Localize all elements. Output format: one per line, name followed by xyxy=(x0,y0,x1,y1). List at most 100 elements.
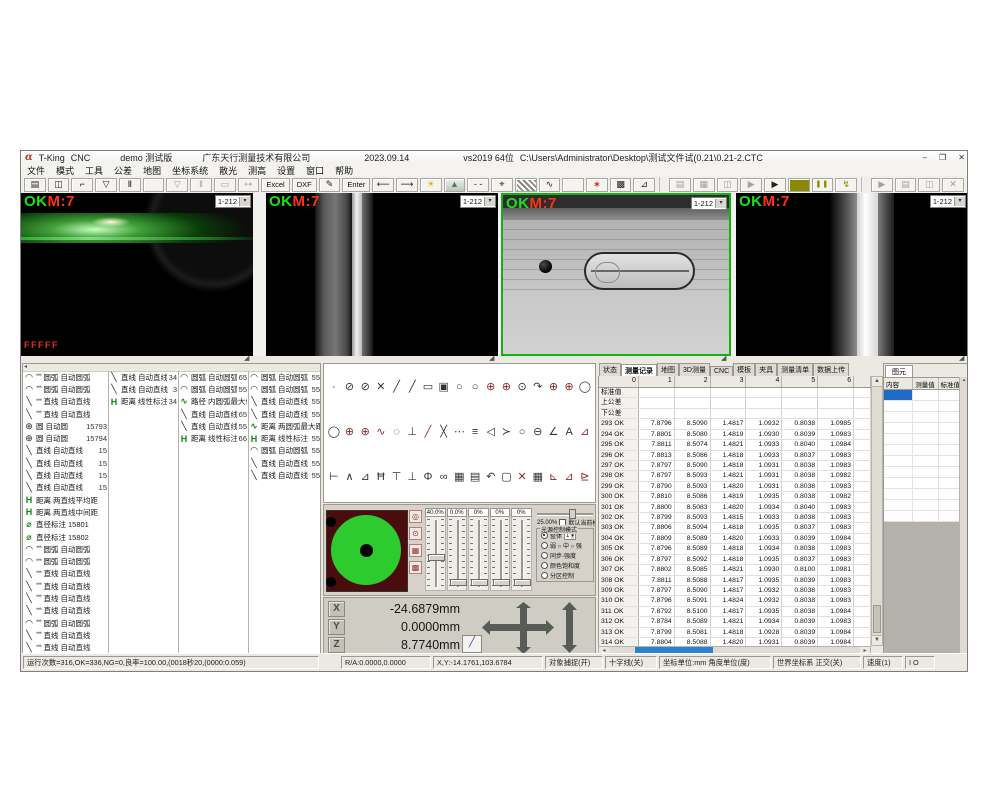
light-channel-slider[interactable]: 0.0% xyxy=(447,508,468,594)
slider-thumb[interactable] xyxy=(428,554,445,561)
curve-button[interactable]: ∿ xyxy=(539,178,561,192)
table-row[interactable]: 308 OK7.88118.50881.48171.09350.80391.09… xyxy=(599,576,871,586)
list-item[interactable]: ╲直线自动直线3 xyxy=(108,383,178,395)
light-channel-slider[interactable]: 0% xyxy=(468,508,489,594)
dxf-export-button[interactable]: DXF xyxy=(292,178,317,192)
element-row[interactable] xyxy=(884,511,960,522)
list-item[interactable]: ╲直线自动直线55 xyxy=(248,457,321,469)
table-row[interactable]: 306 OK7.87978.50921.48181.09350.80371.09… xyxy=(599,555,871,565)
camera2-lens-select[interactable]: 1-212▾ xyxy=(460,195,496,208)
list-item[interactable]: ╲直线自动直线15 xyxy=(23,482,108,494)
camera-pane-4[interactable]: OKM:7 1-212▾ xyxy=(736,193,968,356)
slider-track[interactable] xyxy=(511,517,532,591)
tab-CNC[interactable]: CNC xyxy=(710,366,733,376)
menu-item-散光[interactable]: 散光 xyxy=(219,164,237,177)
vscroll-thumb[interactable] xyxy=(873,605,881,633)
measure-tool-icon[interactable]: ⊵ xyxy=(577,470,593,483)
enter-button[interactable]: Enter xyxy=(342,178,370,192)
list-item[interactable]: ◠***圆弧自动圆弧 xyxy=(23,543,108,555)
light-channel-slider[interactable]: 40.0% xyxy=(425,508,446,594)
element-row[interactable] xyxy=(884,467,960,478)
slider-track[interactable] xyxy=(425,517,446,591)
measure-tool-icon[interactable]: ↷ xyxy=(530,380,546,393)
table-row[interactable]: 295 OK7.88118.50741.48211.09330.80401.09… xyxy=(599,440,871,450)
list-item[interactable]: ◠圆弧自动圆弧55 xyxy=(248,371,321,383)
matrix-button[interactable]: ▩ xyxy=(610,178,632,192)
table-row[interactable]: 305 OK7.87968.50891.48181.09340.80381.09… xyxy=(599,544,871,554)
measure-tool-icon[interactable]: ◌ xyxy=(389,426,405,438)
measure-tool-icon[interactable]: ⊿ xyxy=(357,470,373,483)
hatch-button[interactable] xyxy=(515,178,537,192)
measure-tool-icon[interactable]: ⊥ xyxy=(404,425,420,438)
list-item[interactable]: ╲直线自动直线34 xyxy=(108,371,178,383)
list-item[interactable]: ╲***直线自动直线 xyxy=(23,629,108,641)
measure-tool-icon[interactable]: ∿ xyxy=(373,425,389,438)
measure-tool-icon[interactable]: ▤ xyxy=(467,470,483,483)
light-ring-button[interactable]: ◎ xyxy=(409,510,422,523)
measure-tool-icon[interactable]: ≻ xyxy=(499,425,515,438)
table-row[interactable]: 310 OK7.87968.50911.48241.09320.80381.09… xyxy=(599,596,871,606)
list-item[interactable]: H距离线性标注66 xyxy=(178,432,248,444)
arrow-right-button[interactable]: ⟶ xyxy=(396,178,418,192)
slider-thumb[interactable] xyxy=(514,579,531,586)
table-row[interactable]: 312 OK7.87848.50891.48211.09340.80391.09… xyxy=(599,617,871,627)
scroll-up-icon[interactable]: ▲ xyxy=(872,377,882,387)
list-item[interactable]: ∿距离两圆弧最大距 xyxy=(248,420,321,432)
camera-pane-1[interactable]: OKM:7 1-212▾ FFFFF xyxy=(21,193,253,356)
close-button[interactable]: ✕ xyxy=(958,153,965,162)
pause-button[interactable]: ❚❚ xyxy=(812,178,834,192)
light-mode-radio[interactable]: 颜色饱和度 xyxy=(541,561,592,570)
measure-tool-icon[interactable]: ⊕ xyxy=(546,380,562,393)
list-item[interactable]: ╲直线自动直线65 xyxy=(178,408,248,420)
list-item[interactable]: ╲直线自动直线55 xyxy=(248,408,321,420)
table-row[interactable]: 293 OK7.87968.50901.48171.09320.80381.09… xyxy=(599,419,871,429)
laser-button[interactable]: ∗ xyxy=(586,178,608,192)
element-row[interactable] xyxy=(884,445,960,456)
chart-button[interactable]: ⊿ xyxy=(633,178,655,192)
execute-button[interactable]: ↯ xyxy=(835,178,857,192)
list-item[interactable]: ⊕圆自动圆15793 xyxy=(23,420,108,432)
table-row[interactable]: 307 OK7.88028.50851.48211.09300.81001.09… xyxy=(599,565,871,575)
menu-item-地图[interactable]: 地图 xyxy=(143,164,161,177)
measure-tool-icon[interactable]: ∧ xyxy=(342,470,358,483)
resize-grip-icon[interactable]: ◢ xyxy=(244,354,249,362)
measure-tool-icon[interactable]: ⊿ xyxy=(577,425,593,438)
list-item[interactable]: ⌀直径标注15801 xyxy=(23,519,108,531)
slider-thumb[interactable] xyxy=(471,579,488,586)
measure-tool-icon[interactable]: ≡ xyxy=(467,426,483,438)
table-row[interactable]: 298 OK7.87978.50931.48211.09310.80381.09… xyxy=(599,471,871,481)
dash-button[interactable]: - - xyxy=(467,178,489,192)
maximize-button[interactable]: ❐ xyxy=(939,153,946,162)
list-item[interactable]: ╲直线自动直线15 xyxy=(23,469,108,481)
run-to-button[interactable]: ▶ xyxy=(764,178,786,192)
list-item[interactable]: ╲***直线自动直线 xyxy=(23,568,108,580)
list-item[interactable]: ⌀直径标注15802 xyxy=(23,531,108,543)
light-mode-radio[interactable]: 同步-强度 xyxy=(541,551,592,560)
list-item[interactable]: ◠***圆弧自动圆弧 xyxy=(23,383,108,395)
measure-tool-icon[interactable]: ⊕ xyxy=(342,425,358,438)
measure-tool-icon[interactable]: ⊕ xyxy=(561,380,577,393)
measure-tool-icon[interactable]: ↶ xyxy=(483,470,499,483)
light-mode-radio[interactable]: 分区控制 xyxy=(541,571,592,580)
ring-light-control[interactable] xyxy=(326,510,408,592)
element-row[interactable] xyxy=(884,401,960,412)
measure-tool-icon[interactable]: ⋯ xyxy=(452,425,468,438)
measure-tool-icon[interactable]: Ħ xyxy=(373,471,389,483)
table-row[interactable]: 302 OK7.87998.50931.48151.09330.80381.09… xyxy=(599,513,871,523)
list-item[interactable]: ╲直线自动直线15 xyxy=(23,457,108,469)
measure-tool-icon[interactable]: ⊥ xyxy=(404,470,420,483)
element-row[interactable] xyxy=(884,489,960,500)
measure-tool-icon[interactable]: ╱ xyxy=(420,425,436,438)
excel-export-button[interactable]: Excel xyxy=(261,178,289,192)
menu-item-坐标系统[interactable]: 坐标系统 xyxy=(172,164,208,177)
menu-item-设置[interactable]: 设置 xyxy=(277,164,295,177)
list-item[interactable]: ◠圆弧自动圆弧65 xyxy=(178,371,248,383)
tab-数据上传[interactable]: 数据上传 xyxy=(813,363,849,376)
table-row[interactable]: 303 OK7.88068.50941.48181.09350.80371.09… xyxy=(599,523,871,533)
measure-tool-icon[interactable]: ⊤ xyxy=(389,470,405,483)
table-row[interactable]: 313 OK7.87998.50811.48181.09280.80391.09… xyxy=(599,628,871,638)
table-row[interactable]: 304 OK7.88098.50891.48201.09330.80391.09… xyxy=(599,534,871,544)
light-channel-slider[interactable]: 0% xyxy=(490,508,511,594)
list-item[interactable]: ╲***直线自动直线 xyxy=(23,642,108,654)
save-button[interactable]: ▤ xyxy=(24,178,46,192)
